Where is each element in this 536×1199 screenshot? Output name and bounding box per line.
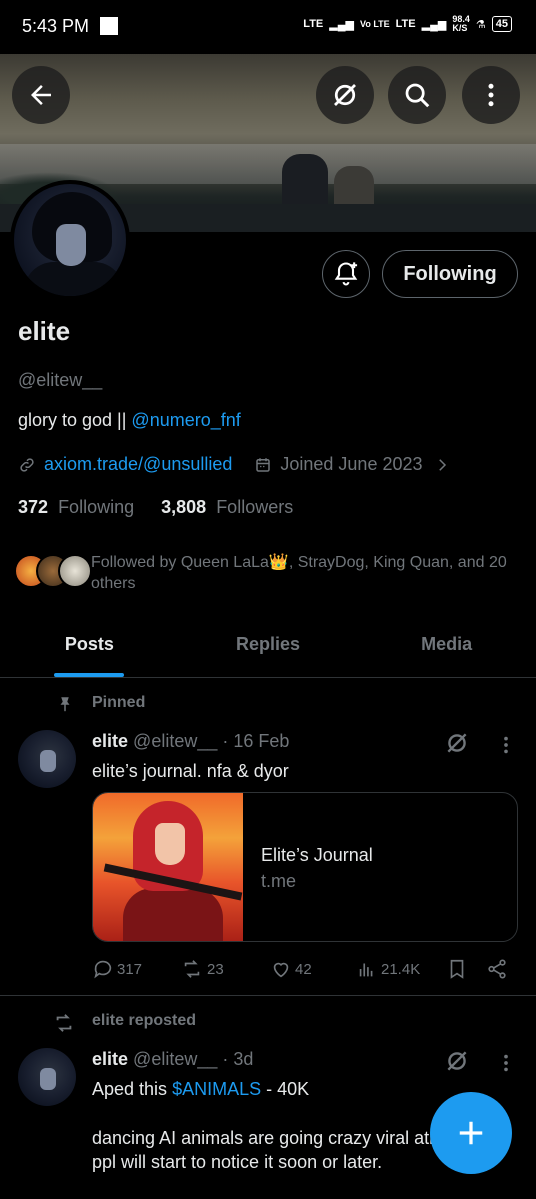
views-count: 21.4K (381, 960, 421, 978)
more-button[interactable] (462, 66, 520, 124)
status-indicators: LTE ▂▄▆ Vo LTE LTE ▂▄▆ 98.4 K/S ⚗ 45 (303, 15, 512, 33)
link-icon (20, 457, 34, 472)
post-divider (0, 995, 536, 996)
more-vertical-icon (488, 83, 494, 107)
post-time: · 16 Feb (222, 731, 290, 751)
tab-posts[interactable]: Posts (0, 612, 179, 677)
card-domain: t.me (261, 871, 297, 891)
bio-text: glory to god || (18, 410, 132, 430)
post-text: Aped this $ANIMALS - 40K (92, 1077, 309, 1101)
followers-count-link[interactable]: 3,808 Followers (161, 497, 293, 517)
website-link[interactable]: axiom.trade/@unsullied (44, 454, 232, 475)
post-time: · 3d (222, 1049, 254, 1069)
views-icon (359, 963, 373, 977)
card-title: Elite’s Journal (261, 845, 373, 865)
repost-icon (56, 1014, 72, 1032)
profile-name: elite (18, 316, 71, 346)
like-button[interactable]: 42 (270, 958, 356, 980)
post-author-handle: @elitew__ (133, 1049, 218, 1069)
post-avatar[interactable] (18, 730, 76, 788)
following-button[interactable]: Following (382, 250, 518, 298)
post-text: elite’s journal. nfa & dyor (92, 761, 289, 781)
link-card[interactable]: Elite’s Journal t.me (92, 792, 518, 942)
repost-count: 23 (207, 960, 224, 978)
profile-avatar[interactable] (10, 180, 130, 300)
speed-unit: K/S (452, 23, 468, 33)
search-icon (405, 83, 430, 108)
calendar-icon (256, 457, 271, 472)
volte-label: Vo LTE (359, 19, 390, 29)
pin-icon (60, 697, 70, 712)
profile-bio: glory to god || @numero_fnf (18, 410, 241, 431)
followed-by-avatars[interactable] (14, 554, 94, 590)
post-author-name[interactable]: elite (92, 731, 128, 751)
status-bar: 5:43 PM LTE ▂▄▆ Vo LTE LTE ▂▄▆ 98.4 K/S … (0, 0, 536, 54)
cashtag-link[interactable]: $ANIMALS (172, 1079, 261, 1099)
post-text-prefix: Aped this (92, 1079, 173, 1099)
repost-button[interactable]: 23 (180, 958, 270, 980)
post-author-handle: @elitew__ (133, 731, 218, 751)
repost-icon (184, 960, 200, 978)
grok-icon[interactable] (444, 1048, 470, 1074)
status-time: 5:43 PM (22, 16, 90, 36)
following-label: Following (58, 497, 135, 517)
card-image (93, 793, 243, 941)
plus-icon (459, 1121, 483, 1145)
followers-count: 3,808 (161, 497, 207, 517)
profile-handle: @elitew__ (18, 370, 103, 390)
speed-readout: 98.4 K/S (452, 15, 470, 33)
notifications-button[interactable] (322, 250, 370, 298)
flask-icon: ⚗ (475, 18, 486, 31)
post-actions: 317 23 42 21.4K (92, 958, 512, 980)
chevron-right-icon[interactable] (433, 456, 451, 474)
profile-meta: axiom.trade/@unsullied Joined June 2023 (18, 454, 459, 475)
network-label: LTE (303, 18, 324, 30)
more-vertical-icon[interactable] (498, 1052, 514, 1074)
search-button[interactable] (388, 66, 446, 124)
bio-mention-link[interactable]: @numero_fnf (131, 410, 240, 430)
tab-media[interactable]: Media (357, 612, 536, 677)
pinned-label: Pinned (92, 694, 146, 711)
post-avatar[interactable] (18, 1048, 76, 1106)
share-icon[interactable] (486, 958, 508, 980)
grok-icon[interactable] (444, 730, 470, 756)
battery-indicator: 45 (491, 16, 512, 32)
signal-icon-2: ▂▄▆ (421, 18, 447, 31)
compose-button[interactable] (430, 1092, 512, 1174)
reply-button[interactable]: 317 (92, 958, 180, 980)
post-text-suffix: - 40K (261, 1079, 310, 1099)
post-header: elite @elitew__ · 3d (92, 1049, 253, 1070)
following-count-link[interactable]: 372 Following (18, 497, 134, 517)
bookmark-icon[interactable] (446, 958, 468, 980)
post-header: elite @elitew__ · 16 Feb (92, 731, 289, 752)
back-button[interactable] (12, 66, 70, 124)
network-label-2: LTE (395, 18, 416, 30)
like-icon (273, 962, 289, 978)
notification-icon (100, 17, 118, 35)
signal-icon: ▂▄▆ (329, 18, 354, 31)
followed-by-text[interactable]: Followed by Queen LaLa👑, StrayDog, King … (91, 552, 511, 594)
reposted-label: elite reposted (92, 1012, 197, 1029)
like-count: 42 (295, 960, 312, 978)
bell-plus-icon (334, 262, 358, 286)
back-arrow-icon (31, 85, 51, 105)
more-vertical-icon[interactable] (498, 734, 514, 756)
grok-button[interactable] (316, 66, 374, 124)
reply-count: 317 (117, 960, 143, 978)
following-count: 372 (18, 497, 49, 517)
joined-date: Joined June 2023 (280, 454, 423, 474)
tab-replies[interactable]: Replies (179, 612, 358, 677)
follow-counts: 372 Following 3,808 Followers (18, 497, 293, 518)
views-button[interactable]: 21.4K (356, 958, 446, 980)
grok-icon (334, 84, 356, 106)
post-author-name[interactable]: elite (92, 1049, 128, 1069)
reply-icon (94, 960, 112, 979)
avatar (58, 554, 92, 588)
followers-label: Followers (216, 497, 294, 517)
profile-tabs: Posts Replies Media (0, 612, 536, 678)
